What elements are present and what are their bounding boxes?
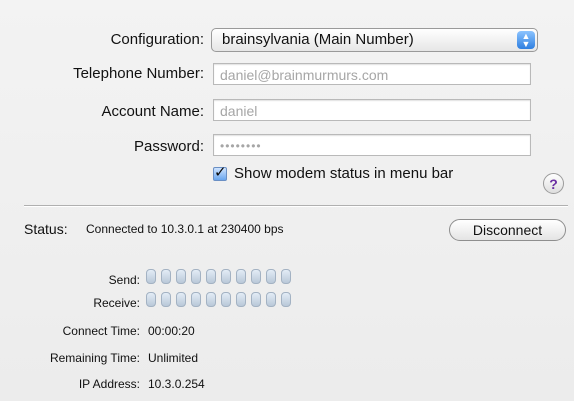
remaining-time-value: Unlimited: [148, 351, 199, 365]
configuration-value: brainsylvania (Main Number): [222, 31, 414, 48]
receive-led: [266, 292, 276, 307]
password-field[interactable]: ••••••••: [213, 134, 531, 156]
send-led: [206, 269, 216, 284]
popup-arrows-icon: ▲ ▼: [517, 31, 535, 49]
ip-address-value: 10.3.0.254: [148, 377, 205, 391]
send-label: Send:: [108, 273, 140, 287]
show-modem-status-checkbox[interactable]: [213, 163, 227, 181]
receive-led: [236, 292, 246, 307]
password-label: Password:: [133, 138, 204, 155]
connect-time-label: Connect Time:: [62, 324, 140, 338]
send-led: [161, 269, 171, 284]
send-led: [266, 269, 276, 284]
help-button[interactable]: ?: [543, 173, 564, 194]
account-name-label: Account Name:: [101, 103, 204, 120]
send-activity-leds: [146, 269, 291, 284]
receive-led: [206, 292, 216, 307]
receive-led: [221, 292, 231, 307]
connect-time-value: 00:00:20: [148, 324, 195, 338]
remaining-time-label: Remaining Time:: [49, 351, 140, 365]
telephone-number-label: Telephone Number:: [73, 65, 204, 82]
telephone-number-field[interactable]: daniel@brainmurmurs.com: [213, 63, 531, 85]
receive-led: [251, 292, 261, 307]
status-label: Status:: [24, 221, 68, 237]
send-led: [251, 269, 261, 284]
send-led: [221, 269, 231, 284]
divider: [24, 205, 568, 207]
status-value: Connected to 10.3.0.1 at 230400 bps: [86, 222, 284, 236]
receive-led: [176, 292, 186, 307]
receive-led: [191, 292, 201, 307]
receive-led: [146, 292, 156, 307]
account-name-field[interactable]: daniel: [213, 99, 531, 121]
receive-led: [161, 292, 171, 307]
send-led: [281, 269, 291, 284]
send-led: [146, 269, 156, 284]
send-led: [176, 269, 186, 284]
send-led: [236, 269, 246, 284]
configuration-popup[interactable]: brainsylvania (Main Number) ▲ ▼: [211, 28, 538, 52]
disconnect-button[interactable]: Disconnect: [449, 219, 566, 241]
modem-settings-panel: Configuration: brainsylvania (Main Numbe…: [0, 0, 574, 401]
send-led: [191, 269, 201, 284]
show-modem-status-label[interactable]: Show modem status in menu bar: [234, 165, 453, 182]
receive-led: [281, 292, 291, 307]
receive-label: Receive:: [93, 296, 140, 310]
receive-activity-leds: [146, 292, 291, 307]
configuration-label: Configuration:: [110, 31, 204, 48]
ip-address-label: IP Address:: [78, 377, 140, 391]
